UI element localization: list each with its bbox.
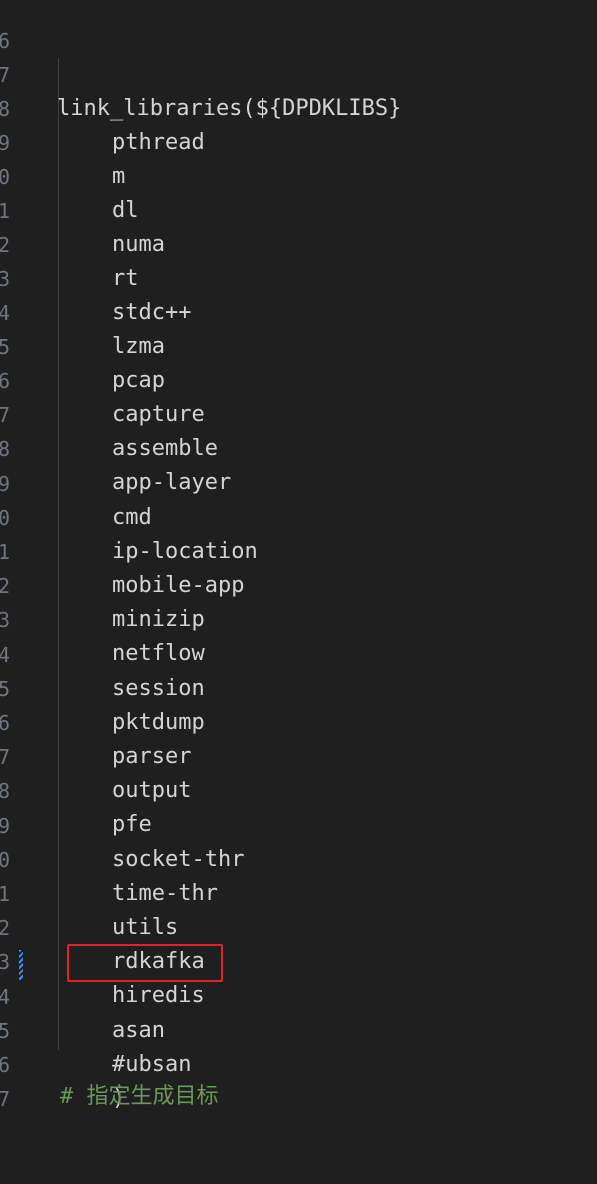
highlight-annotation-box xyxy=(67,944,223,982)
code-line[interactable]: 2 rt xyxy=(0,194,597,291)
code-line[interactable]: 7 output xyxy=(0,706,597,803)
code-line[interactable]: 5 pcap xyxy=(0,296,597,393)
code-line[interactable]: 3 netflow xyxy=(0,569,597,666)
code-line[interactable]: 7 link_libraries(${DPDKLIBS} xyxy=(0,24,597,121)
code-line[interactable]: 8 app-layer xyxy=(0,398,597,495)
code-line[interactable]: 0 ip-location xyxy=(0,467,597,564)
code-line[interactable]: 8 pfe xyxy=(0,740,597,837)
code-line[interactable]: 5 pktdump xyxy=(0,638,597,735)
code-line[interactable]: 5 #ubsan xyxy=(0,980,597,1077)
code-line[interactable]: 3 hiredis xyxy=(0,911,597,1008)
code-line[interactable]: 1 numa xyxy=(0,160,597,257)
code-line[interactable]: 6 parser xyxy=(0,672,597,769)
code-editor[interactable]: 6 7 link_libraries(${DPDKLIBS} 8 pthread… xyxy=(0,0,597,1111)
partial-comment-line: # 指定生成目标 xyxy=(60,1084,219,1109)
code-line[interactable]: 7 xyxy=(0,1048,597,1111)
code-line[interactable]: 2 rdkafka xyxy=(0,877,597,974)
code-line[interactable]: 4 session xyxy=(0,604,597,701)
code-line[interactable]: 4 lzma xyxy=(0,262,597,359)
code-line[interactable]: 1 utils xyxy=(0,843,597,940)
code-line[interactable]: 9 socket-thr xyxy=(0,775,597,872)
code-line[interactable]: 1 mobile-app xyxy=(0,501,597,598)
modified-line-marker[interactable] xyxy=(19,950,23,980)
code-line[interactable]: 7 assemble xyxy=(0,364,597,461)
code-line[interactable]: 2 minizip xyxy=(0,535,597,632)
code-line[interactable]: 9 cmd xyxy=(0,433,597,530)
code-line[interactable]: 6 ) xyxy=(0,1014,597,1111)
code-line[interactable]: 8 pthread xyxy=(0,58,597,155)
code-line[interactable]: 6 capture xyxy=(0,330,597,427)
code-line[interactable]: 0 dl xyxy=(0,126,597,223)
code-line[interactable]: 0 time-thr xyxy=(0,809,597,906)
code-line[interactable]: 3 stdc++ xyxy=(0,228,597,325)
code-line[interactable]: 9 m xyxy=(0,92,597,189)
line-number: 7 xyxy=(0,1087,10,1111)
code-line[interactable]: 6 xyxy=(0,0,597,53)
